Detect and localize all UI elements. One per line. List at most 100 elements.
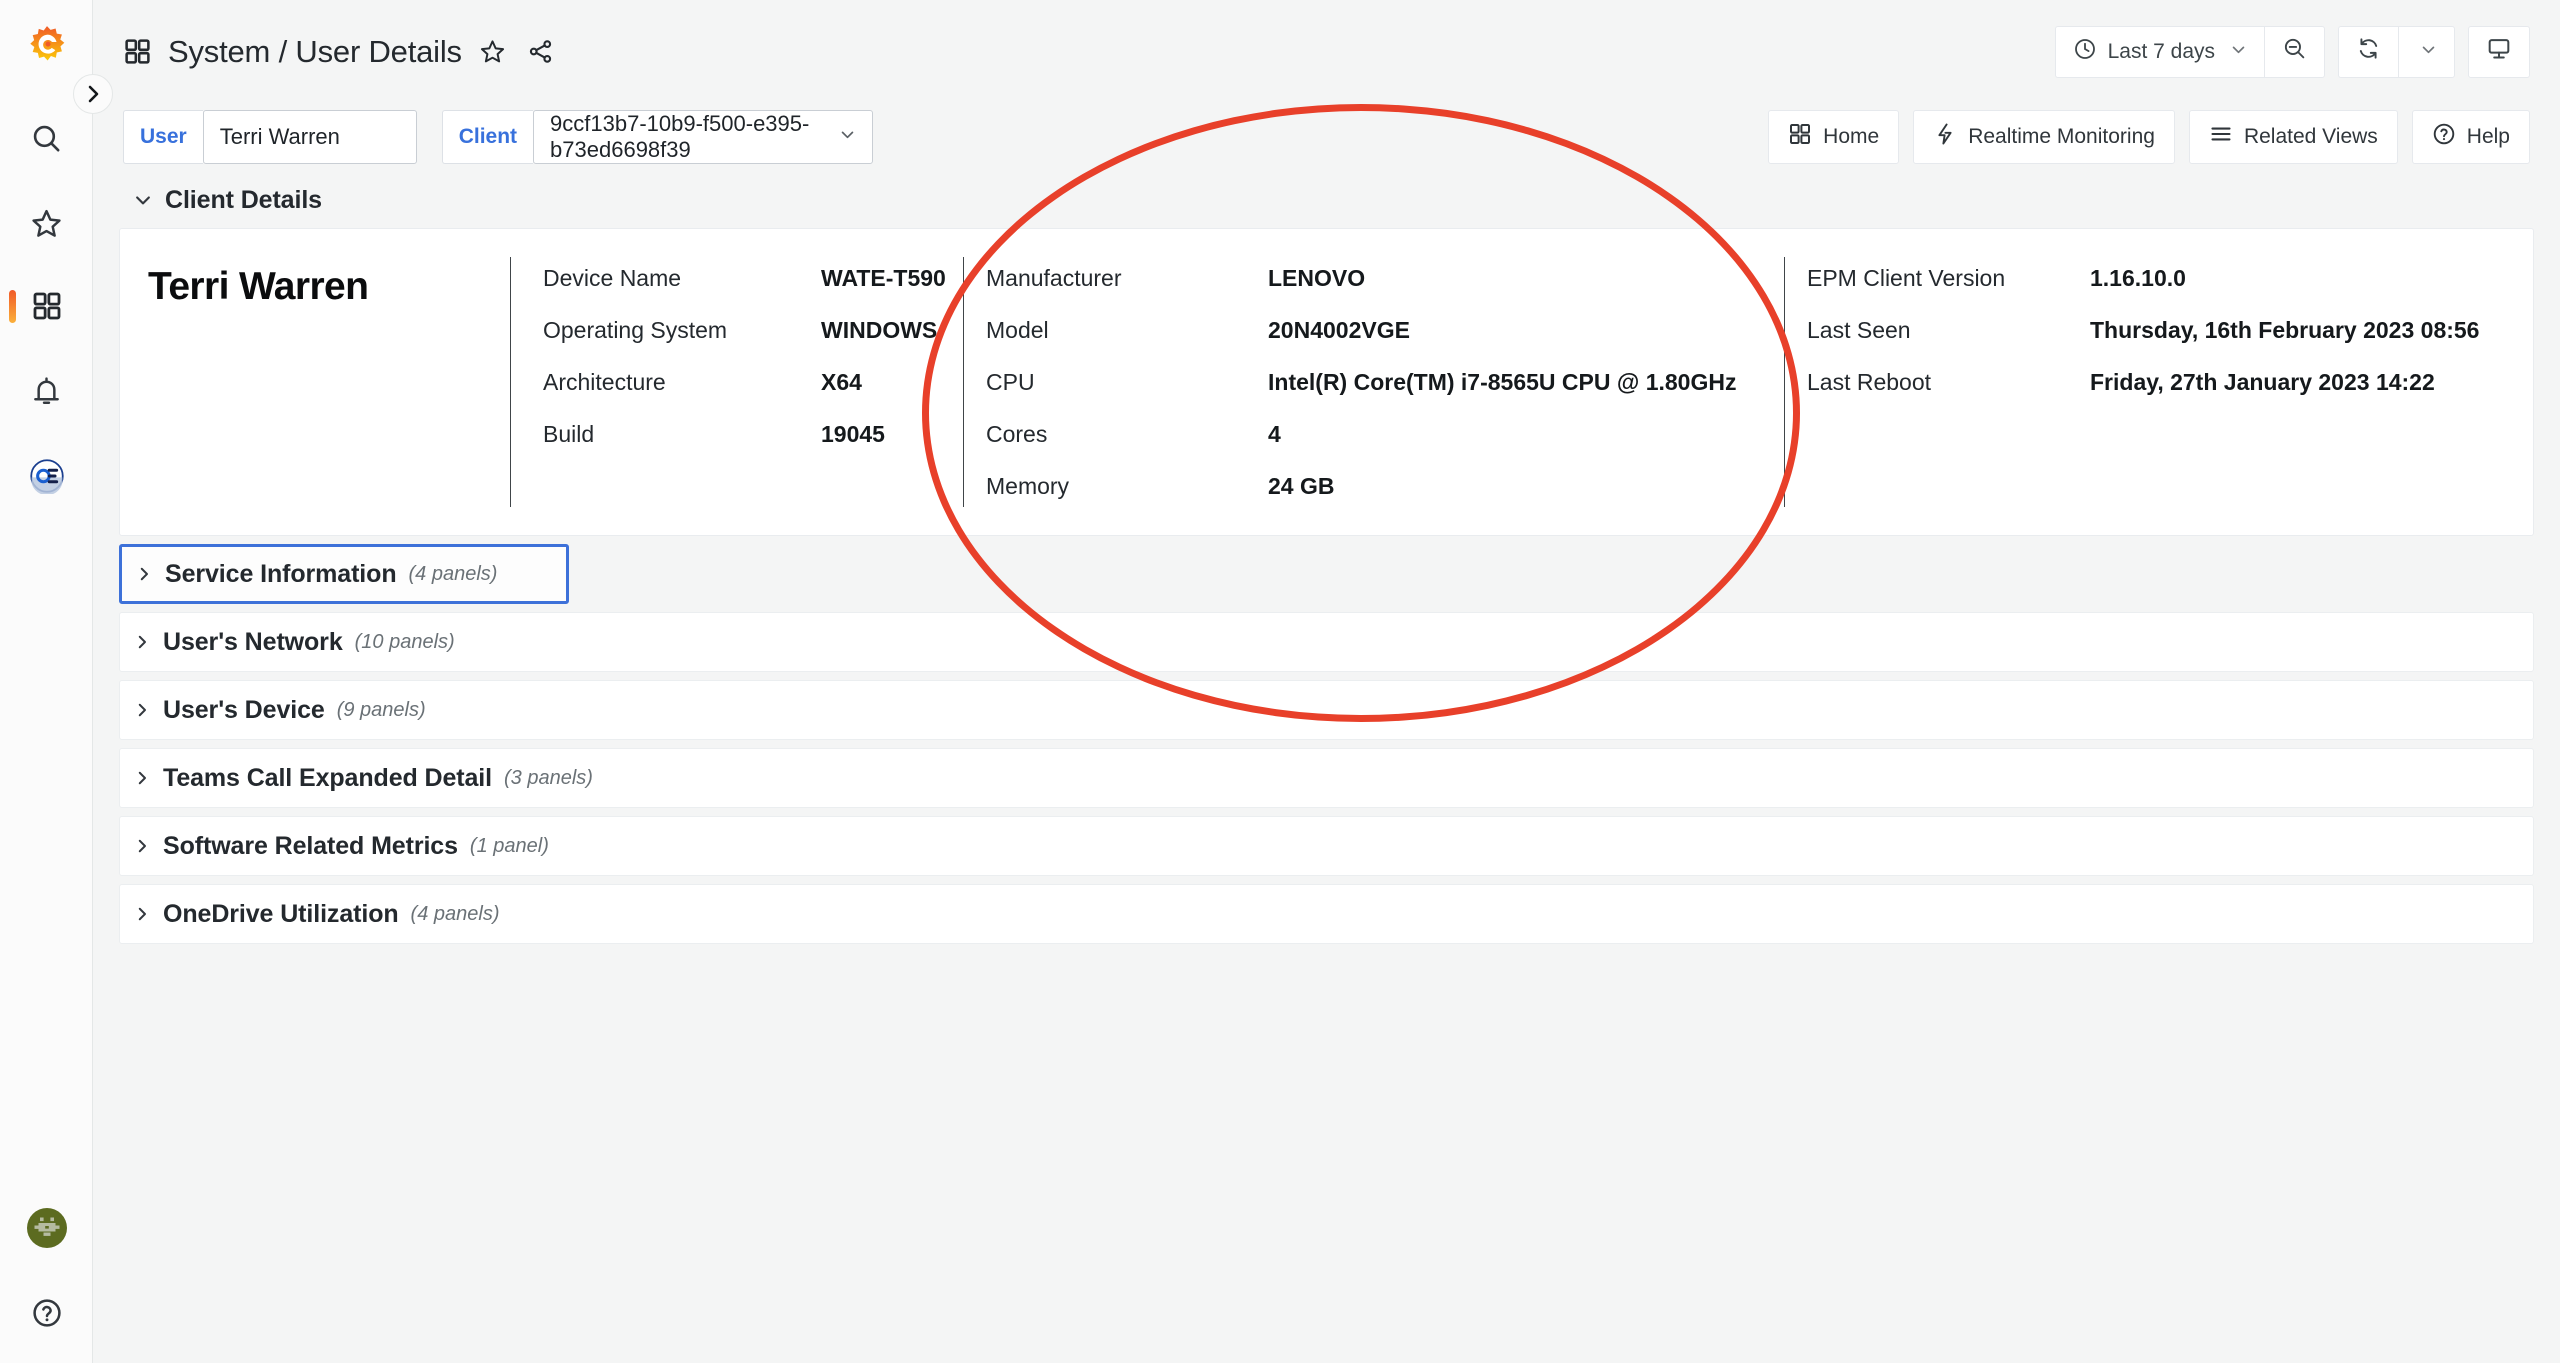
row-header-service-information[interactable]: Service Information (4 panels) (119, 544, 569, 604)
kiosk-mode-button[interactable] (2468, 26, 2530, 78)
breadcrumb-section[interactable]: System (168, 34, 270, 69)
kv-value: Thursday, 16th February 2023 08:56 (2090, 317, 2479, 344)
chevron-right-icon (133, 769, 151, 787)
row-inner: User's Device (9 panels) (133, 681, 426, 739)
metadata-column: EPM Client Version 1.16.10.0 Last Seen T… (1785, 229, 2485, 535)
kv-row: Operating System WINDOWS (543, 317, 963, 369)
refresh-interval-picker[interactable] (2398, 26, 2455, 78)
star-icon[interactable] (476, 35, 510, 69)
variable-client: Client 9ccf13b7-10b9-f500-e395-b73ed6698… (442, 110, 873, 164)
row-header-users-device[interactable]: User's Device (9 panels) (119, 680, 2534, 740)
bell-icon[interactable] (0, 363, 93, 419)
zoom-out-time-button[interactable] (2264, 26, 2325, 78)
row-title: User's Device (163, 696, 325, 725)
chevron-right-icon (133, 905, 151, 923)
link-realtime-monitoring[interactable]: Realtime Monitoring (1913, 110, 2175, 164)
row-inner: User's Network (10 panels) (133, 613, 455, 671)
time-range-label: Last 7 days (2108, 40, 2215, 64)
kv-value: X64 (821, 369, 862, 396)
variable-user-label: User (123, 110, 203, 164)
row-title-client-details: Client Details (165, 186, 322, 215)
kv-row: Manufacturer LENOVO (986, 265, 1784, 317)
plugin-oe-icon[interactable] (0, 448, 93, 504)
kv-key: Operating System (543, 317, 821, 344)
refresh-button[interactable] (2338, 26, 2398, 78)
row-header-teams-call-expanded-detail[interactable]: Teams Call Expanded Detail (3 panels) (119, 748, 2534, 808)
user-input[interactable]: Terri Warren (203, 110, 417, 164)
kv-value: 24 GB (1268, 473, 1334, 500)
sidebar-item-dashboards[interactable] (0, 278, 93, 334)
chevron-down-icon (2420, 41, 2437, 62)
nav-rail (0, 0, 93, 1363)
row-title: Service Information (165, 560, 397, 589)
user-input-value: Terri Warren (220, 124, 340, 150)
row-panel-count: (9 panels) (337, 699, 426, 722)
row-inner: Service Information (4 panels) (135, 547, 497, 601)
avatar[interactable] (0, 1200, 93, 1256)
bolt-icon (1933, 122, 1957, 152)
kv-row: Memory 24 GB (986, 473, 1784, 525)
row-header-users-network[interactable]: User's Network (10 panels) (119, 612, 2534, 672)
row-title: User's Network (163, 628, 343, 657)
link-related-views[interactable]: Related Views (2189, 110, 2398, 164)
refresh-controls-group (2338, 26, 2455, 78)
variable-client-label: Client (442, 110, 533, 164)
kv-value: WINDOWS (821, 317, 937, 344)
kv-row: Model 20N4002VGE (986, 317, 1784, 369)
row-panel-count: (10 panels) (355, 631, 455, 654)
chevron-right-icon (133, 633, 151, 651)
row-panel-count: (4 panels) (411, 903, 500, 926)
client-select-value: 9ccf13b7-10b9-f500-e395-b73ed6698f39 (550, 111, 823, 163)
tv-kiosk-icon (2486, 36, 2512, 68)
row-title: Teams Call Expanded Detail (163, 764, 492, 793)
chevron-down-icon (133, 190, 153, 210)
link-help[interactable]: Help (2412, 110, 2530, 164)
client-select[interactable]: 9ccf13b7-10b9-f500-e395-b73ed6698f39 (533, 110, 873, 164)
row-inner: OneDrive Utilization (4 panels) (133, 885, 499, 943)
os-column: Device Name WATE-T590 Operating System W… (511, 229, 963, 535)
link-home[interactable]: Home (1768, 110, 1899, 164)
search-icon[interactable] (0, 110, 93, 166)
clock-icon (2073, 37, 2097, 67)
variable-bar: User Terri Warren Client 9ccf13b7-10b9-f… (93, 103, 2560, 171)
menu-icon (2209, 122, 2233, 152)
page-title: System / User Details (168, 34, 462, 70)
grafana-logo-icon[interactable] (0, 18, 93, 74)
kv-key: Architecture (543, 369, 821, 396)
time-range-picker[interactable]: Last 7 days (2055, 26, 2264, 78)
grid-icon (1788, 122, 1812, 152)
row-header-client-details[interactable]: Client Details (119, 181, 322, 219)
link-home-label: Home (1823, 125, 1879, 149)
kv-value: 20N4002VGE (1268, 317, 1410, 344)
row-panel-count: (4 panels) (409, 563, 498, 586)
expand-sidebar-button[interactable] (73, 74, 113, 114)
chevron-right-icon (133, 837, 151, 855)
breadcrumb-dashboard[interactable]: User Details (295, 34, 461, 69)
link-related-views-label: Related Views (2244, 125, 2378, 149)
kv-row: Last Seen Thursday, 16th February 2023 0… (1807, 317, 2485, 369)
kv-value: Friday, 27th January 2023 14:22 (2090, 369, 2435, 396)
top-bar: System / User Details Last 7 (93, 0, 2560, 103)
kv-key: Last Seen (1807, 317, 2090, 344)
row-title: OneDrive Utilization (163, 900, 399, 929)
row-header-onedrive-utilization[interactable]: OneDrive Utilization (4 panels) (119, 884, 2534, 944)
dashboard-links: Home Realtime Monitoring Related Views (1768, 110, 2530, 164)
breadcrumb-separator: / (279, 34, 287, 69)
star-icon[interactable] (0, 195, 93, 251)
row-header-software-related-metrics[interactable]: Software Related Metrics (1 panel) (119, 816, 2534, 876)
share-icon[interactable] (524, 35, 558, 69)
row-panel-count: (3 panels) (504, 767, 593, 790)
toolbar: Last 7 days (2055, 26, 2530, 78)
link-realtime-label: Realtime Monitoring (1968, 125, 2155, 149)
column-divider (1784, 257, 1785, 507)
kv-value: 19045 (821, 421, 885, 448)
kv-row: Last Reboot Friday, 27th January 2023 14… (1807, 369, 2485, 421)
chevron-right-icon (133, 701, 151, 719)
help-circle-icon[interactable] (0, 1285, 93, 1341)
chevron-down-icon (2230, 41, 2247, 62)
avatar-image (27, 1208, 67, 1248)
hardware-column: Manufacturer LENOVO Model 20N4002VGE CPU… (964, 229, 1784, 535)
kv-key: Device Name (543, 265, 821, 292)
row-title: Software Related Metrics (163, 832, 458, 861)
row-panel-count: (1 panel) (470, 835, 549, 858)
